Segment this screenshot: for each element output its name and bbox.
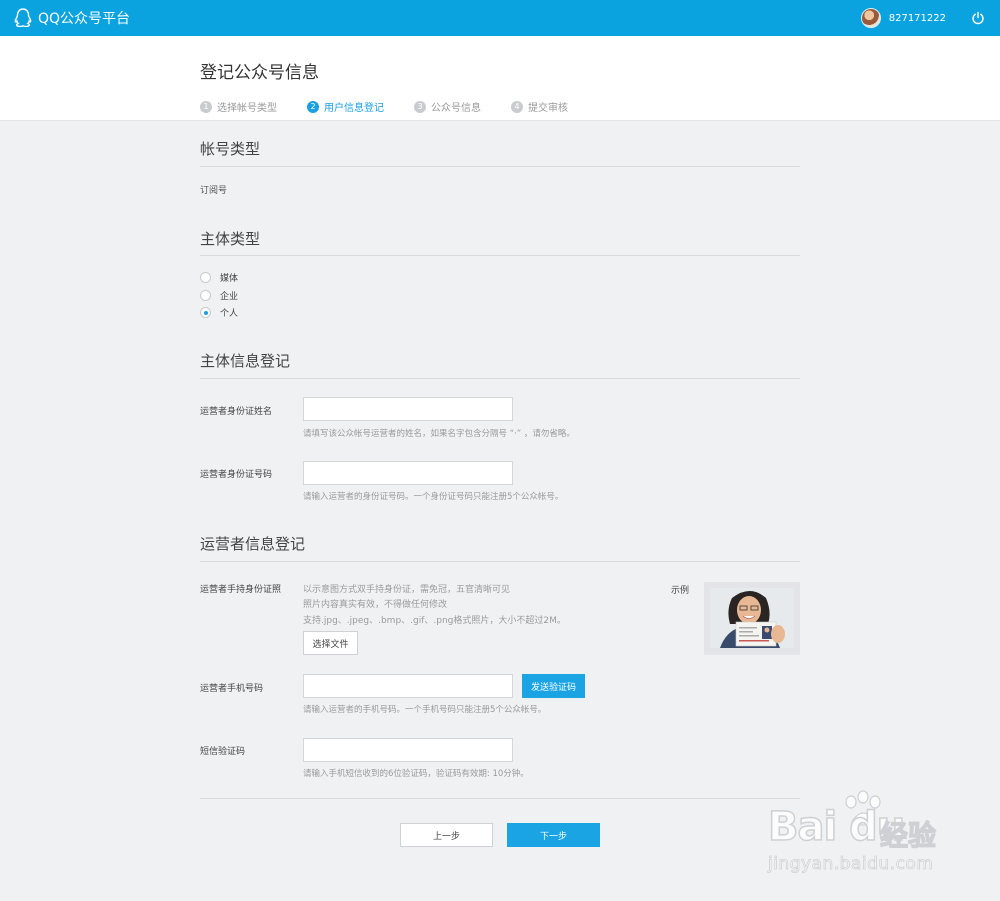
choose-file-button[interactable]: 选择文件 [303,631,358,655]
step-number: 2 [307,100,319,113]
page-header: 登记公众号信息 1 选择帐号类型 2 用户信息登记 3 公众号信息 4 提交审核 [0,36,1000,121]
step-label: 公众号信息 [431,103,481,114]
photo-requirement-1: 以示意图方式双手持身份证，需免冠，五官清晰可见 [303,585,511,595]
user-menu[interactable]: 827171222 [860,8,946,28]
id-photo-label: 运营者手持身份证照 [200,585,282,595]
id-name-label: 运营者身份证姓名 [200,407,273,417]
qq-penguin-icon [14,8,32,28]
radio-button[interactable] [200,290,211,301]
prev-step-button[interactable]: 上一步 [400,823,493,847]
app-logo[interactable]: QQ公众号平台 [12,7,130,29]
phone-label: 运营者手机号码 [200,684,264,694]
watermark-cn: 经验 [879,818,937,852]
example-label: 示例 [671,586,690,596]
radio-option-individual[interactable]: 个人 [200,306,238,319]
next-step-button[interactable]: 下一步 [507,823,600,847]
baidu-jingyan-watermark: Bai du 经验 jingyan.baidu.com [767,790,988,885]
section-title-subject-type: 主体类型 [200,230,261,248]
phone-hint: 请输入运营者的手机号码。一个手机号码只能注册5个公众帐号。 [303,705,547,715]
step-2: 2 用户信息登记 [307,99,384,114]
app-title: QQ公众号平台 [38,11,131,27]
radio-label: 媒体 [220,274,239,284]
id-name-hint: 请填写该公众帐号运营者的姓名，如果名字包含分隔号 “·” ，请勿省略。 [303,429,575,439]
divider [200,798,800,799]
step-label: 选择帐号类型 [217,103,277,114]
page-title: 登记公众号信息 [200,63,319,83]
divider [200,255,800,256]
id-name-input[interactable] [303,397,513,421]
id-number-input[interactable] [303,461,513,485]
step-number: 3 [414,100,426,113]
radio-option-enterprise[interactable]: 企业 [200,289,238,302]
radio-button[interactable] [200,272,211,283]
photo-requirement-3: 支持.jpg、.jpeg、.bmp、.gif、.png格式照片，大小不超过2M。 [303,616,566,626]
radio-label: 个人 [220,309,239,319]
id-number-hint: 请输入运营者的身份证号码。一个身份证号码只能注册5个公众帐号。 [303,492,564,502]
watermark-url: jingyan.baidu.com [768,854,934,875]
radio-option-media[interactable]: 媒体 [200,271,238,284]
step-4: 4 提交审核 [511,99,568,114]
top-bar: QQ公众号平台 827171222 [0,0,1000,36]
step-number: 1 [200,100,212,113]
divider [200,378,800,379]
example-photo [704,582,800,655]
step-3: 3 公众号信息 [414,99,481,114]
step-label: 提交审核 [528,103,568,114]
sms-code-label: 短信验证码 [200,747,246,757]
radio-button-checked[interactable] [200,307,211,318]
account-type-value: 订阅号 [200,186,228,196]
send-code-button[interactable]: 发送验证码 [522,674,585,698]
divider [200,561,800,562]
step-1: 1 选择帐号类型 [200,99,277,114]
person-holding-id-illustration [710,588,794,648]
step-label: 用户信息登记 [324,103,384,114]
id-number-label: 运营者身份证号码 [200,470,273,480]
divider [200,166,800,167]
step-indicator: 1 选择帐号类型 2 用户信息登记 3 公众号信息 4 提交审核 [200,99,598,114]
avatar[interactable] [860,8,881,28]
section-title-account-type: 帐号类型 [200,140,261,158]
radio-label: 企业 [220,292,239,302]
phone-input[interactable] [303,674,513,698]
user-id: 827171222 [888,12,946,24]
section-title-operator-info: 运营者信息登记 [200,535,306,553]
section-title-subject-info: 主体信息登记 [200,352,291,370]
sms-code-input[interactable] [303,738,513,762]
example-photo-image [710,588,794,648]
step-number: 4 [511,100,523,113]
sms-code-hint: 请输入手机短信收到的6位验证码，验证码有效期: 10分钟。 [303,769,529,779]
photo-requirement-2: 照片内容真实有效，不得做任何修改 [303,600,448,610]
power-icon[interactable] [971,11,985,25]
